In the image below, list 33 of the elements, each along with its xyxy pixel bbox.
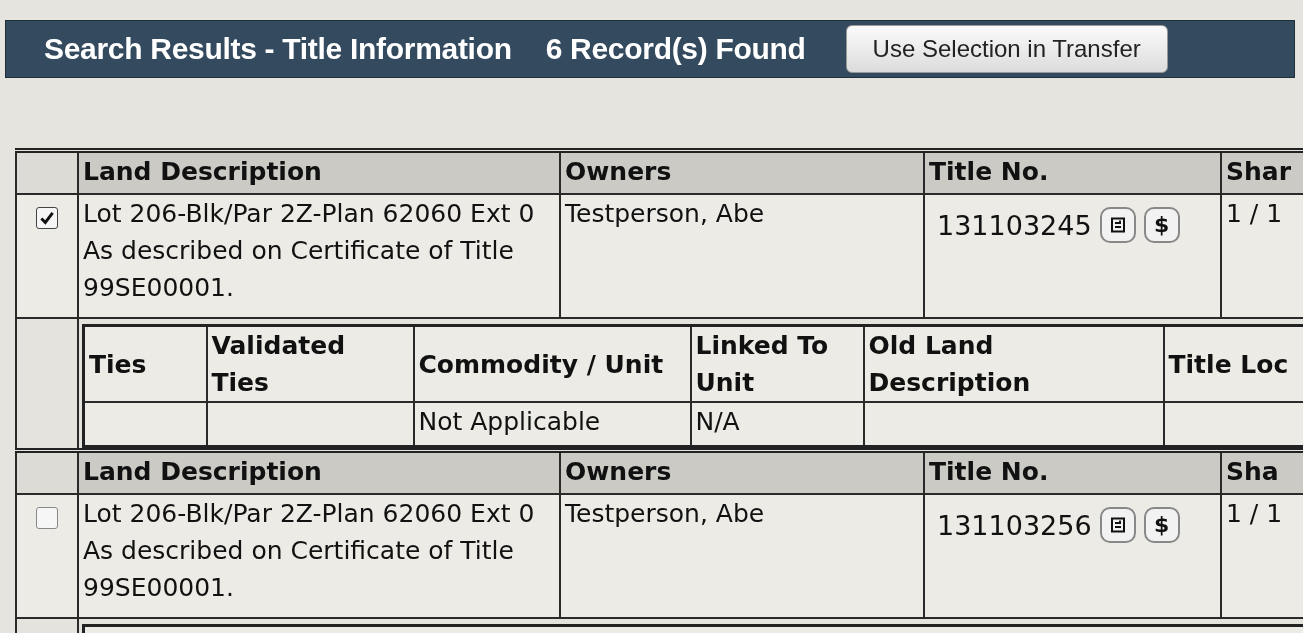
column-header: Owners — [560, 450, 924, 494]
fee-button[interactable]: $ — [1143, 507, 1180, 543]
table-cell: Lot 206-Blk/Par 2Z-Plan 62060 Ext 0 As described on Certificate of Title 99SE00001. — [78, 194, 560, 318]
title-number: 131103256 — [937, 509, 1092, 541]
table-cell: Not Applicable — [418, 407, 601, 436]
table-cell: Testperson, Abe — [560, 194, 924, 318]
table-cell: N/A — [695, 407, 740, 436]
column-header: Title Loc — [1163, 325, 1303, 402]
column-header: Owners — [560, 150, 924, 194]
column-header: Land Description — [78, 150, 560, 194]
table-cell: Lot 206-Blk/Par 2Z-Plan 62060 Ext 0 As described on Certificate of Title 99SE00001. — [78, 494, 560, 618]
title-number: 131103245 — [937, 209, 1092, 241]
row-checkbox[interactable] — [36, 507, 58, 529]
column-header: Validated Ties — [206, 325, 414, 402]
row-checkbox[interactable] — [36, 207, 58, 229]
use-selection-button[interactable]: Use Selection in Transfer — [845, 25, 1168, 73]
column-header: Old Land Description — [863, 325, 1164, 402]
table-cell: 1 / 1 — [1221, 494, 1303, 618]
column-header: Shar — [1221, 150, 1303, 194]
column-header: Ties — [83, 325, 207, 402]
column-header: Linked To Unit — [690, 325, 864, 402]
record-count: 6 Record(s) Found — [545, 32, 806, 66]
column-header: Title No. — [924, 450, 1221, 494]
fee-button[interactable]: $ — [1143, 207, 1180, 243]
column-header: Land Description — [78, 450, 560, 494]
document-icon[interactable] — [1099, 207, 1136, 243]
table-cell: 1 / 1 — [1221, 194, 1303, 318]
column-header: Title No. — [924, 150, 1221, 194]
document-icon[interactable] — [1099, 507, 1136, 543]
column-header: Sha — [1221, 450, 1303, 494]
results-title: Search Results - Title Information — [44, 32, 512, 66]
column-header: Commodity / Unit — [413, 325, 691, 402]
table-cell: Testperson, Abe — [560, 494, 924, 618]
